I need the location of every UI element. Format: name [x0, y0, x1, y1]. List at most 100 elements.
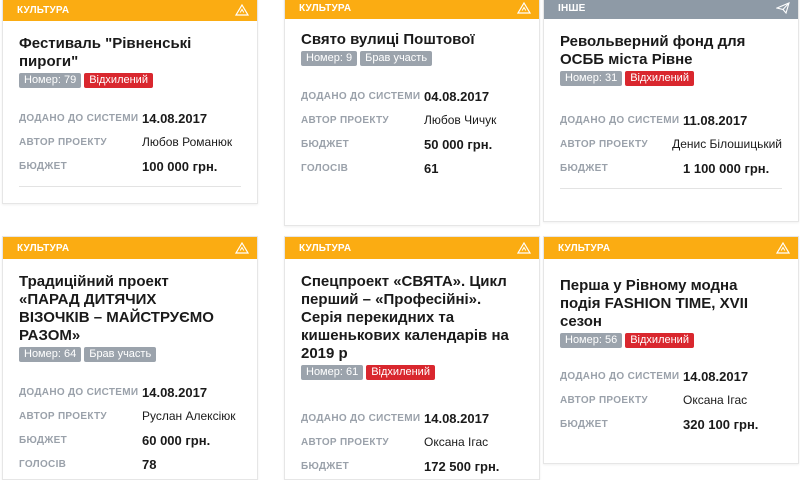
votes-label: ГОЛОСІВ	[301, 162, 349, 174]
project-title[interactable]: Традиційний проект «ПАРАД ДИТЯЧИХ ВІЗОЧК…	[19, 273, 224, 345]
badge-group: Номер: 56 Відхилений	[560, 333, 782, 348]
budget-label: БЮДЖЕТ	[19, 434, 67, 446]
info-row-budget: БЮДЖЕТ 100 000 грн.	[19, 154, 241, 178]
budget-value: 320 100 грн.	[683, 416, 759, 432]
card-header: КУЛЬТУРА	[3, 237, 257, 259]
badge-group: Номер: 9 Брав участь	[301, 51, 523, 66]
card-header: ІНШЕ	[544, 0, 798, 19]
author-value: Любов Чичук	[424, 113, 497, 127]
added-label: ДОДАНО ДО СИСТЕМИ	[560, 370, 680, 382]
category-label: КУЛЬТУРА	[299, 242, 352, 254]
info-row-author: АВТОР ПРОЕКТУ Оксана Ігас	[301, 430, 523, 454]
info-row-added: ДОДАНО ДО СИСТЕМИ 04.08.2017	[301, 84, 523, 108]
badge-group: Номер: 31 Відхилений	[560, 71, 782, 86]
card-header: КУЛЬТУРА	[3, 0, 257, 21]
card-header: КУЛЬТУРА	[544, 237, 798, 259]
author-value: Оксана Ігас	[424, 435, 489, 449]
status-badge: Відхилений	[366, 365, 435, 380]
project-card[interactable]: КУЛЬТУРА Традиційний проект «ПАРАД ДИТЯЧ…	[2, 236, 258, 480]
info-list: ДОДАНО ДО СИСТЕМИ 14.08.2017 АВТОР ПРОЕКТ…	[19, 380, 241, 476]
info-row-budget: БЮДЖЕТ 320 100 грн.	[560, 412, 782, 436]
badge-group: Номер: 61 Відхилений	[301, 365, 523, 380]
info-row-added: ДОДАНО ДО СИСТЕМИ 14.08.2017	[560, 364, 782, 388]
votes-label: ГОЛОСІВ	[19, 458, 67, 470]
author-label: АВТОР ПРОЕКТУ	[301, 114, 389, 126]
category-label: КУЛЬТУРА	[17, 242, 70, 254]
info-list: ДОДАНО ДО СИСТЕМИ 11.08.2017 АВТОР ПРОЕКТ…	[560, 108, 782, 180]
added-label: ДОДАНО ДО СИСТЕМИ	[19, 386, 139, 398]
added-label: ДОДАНО ДО СИСТЕМИ	[19, 112, 139, 124]
project-title[interactable]: Свято вулиці Поштової	[301, 31, 523, 49]
added-value: 11.08.2017	[683, 112, 748, 128]
warning-triangle-icon	[776, 242, 790, 254]
author-value: Денис Білошицький	[672, 137, 782, 151]
added-value: 14.08.2017	[424, 410, 490, 426]
warning-triangle-icon	[517, 2, 531, 14]
budget-label: БЮДЖЕТ	[301, 138, 349, 150]
budget-value: 172 500 грн.	[424, 458, 500, 474]
info-row-votes: ГОЛОСІВ 78	[19, 452, 241, 476]
project-card[interactable]: КУЛЬТУРА Спецпроект «СВЯТА». Цикл перший…	[284, 236, 540, 480]
project-title[interactable]: Спецпроект «СВЯТА». Цикл перший – «Профе…	[301, 273, 516, 363]
info-row-added: ДОДАНО ДО СИСТЕМИ 14.08.2017	[19, 106, 241, 130]
added-value: 14.08.2017	[142, 110, 208, 126]
author-label: АВТОР ПРОЕКТУ	[19, 136, 107, 148]
author-label: АВТОР ПРОЕКТУ	[560, 394, 648, 406]
badge-group: Номер: 79 Відхилений	[19, 73, 241, 88]
badge-group: Номер: 64 Брав участь	[19, 347, 241, 362]
warning-triangle-icon	[235, 242, 249, 254]
info-row-author: АВТОР ПРОЕКТУ Любов Романюк	[19, 130, 241, 154]
info-row-votes: ГОЛОСІВ 61	[301, 156, 523, 180]
project-title[interactable]: Фестиваль "Рівненські пироги"	[19, 35, 241, 71]
added-label: ДОДАНО ДО СИСТЕМИ	[560, 114, 680, 126]
divider	[560, 188, 782, 189]
number-badge: Номер: 56	[560, 333, 623, 348]
votes-value: 78	[142, 456, 157, 472]
info-row-author: АВТОР ПРОЕКТУ Руслан Алексіюк	[19, 404, 241, 428]
info-row-added: ДОДАНО ДО СИСТЕМИ 11.08.2017	[560, 108, 782, 132]
number-badge: Номер: 79	[19, 73, 82, 88]
info-row-author: АВТОР ПРОЕКТУ Любов Чичук	[301, 108, 523, 132]
budget-value: 100 000 грн.	[142, 158, 218, 174]
info-list: ДОДАНО ДО СИСТЕМИ 04.08.2017 АВТОР ПРОЕКТ…	[301, 84, 523, 180]
project-card[interactable]: КУЛЬТУРА Свято вулиці Поштової Номер: 9 …	[284, 0, 540, 226]
added-value: 04.08.2017	[424, 88, 490, 104]
info-list: ДОДАНО ДО СИСТЕМИ 14.08.2017 АВТОР ПРОЕКТ…	[19, 106, 241, 178]
budget-label: БЮДЖЕТ	[560, 418, 608, 430]
number-badge: Номер: 31	[560, 71, 623, 86]
project-title[interactable]: Револьверний фонд для ОСББ міста Рівне	[560, 33, 782, 69]
divider	[19, 186, 241, 187]
added-label: ДОДАНО ДО СИСТЕМИ	[301, 412, 421, 424]
category-label: КУЛЬТУРА	[17, 4, 70, 16]
project-card[interactable]: КУЛЬТУРА Фестиваль "Рівненські пироги" Н…	[2, 0, 258, 204]
added-label: ДОДАНО ДО СИСТЕМИ	[301, 90, 421, 102]
author-label: АВТОР ПРОЕКТУ	[19, 410, 107, 422]
author-label: АВТОР ПРОЕКТУ	[301, 436, 389, 448]
info-row-budget: БЮДЖЕТ 1 100 000 грн.	[560, 156, 782, 180]
project-card[interactable]: ІНШЕ Револьверний фонд для ОСББ міста Рі…	[543, 0, 799, 222]
author-value: Оксана Ігас	[683, 393, 748, 407]
category-label: КУЛЬТУРА	[299, 2, 352, 14]
category-label: КУЛЬТУРА	[558, 242, 611, 254]
info-row-author: АВТОР ПРОЕКТУ Оксана Ігас	[560, 388, 782, 412]
number-badge: Номер: 64	[19, 347, 82, 362]
budget-label: БЮДЖЕТ	[301, 460, 349, 472]
info-row-budget: БЮДЖЕТ 50 000 грн.	[301, 132, 523, 156]
budget-value: 50 000 грн.	[424, 136, 493, 152]
votes-value: 61	[424, 160, 439, 176]
project-card[interactable]: КУЛЬТУРА Перша у Рівному модна подія FAS…	[543, 236, 799, 464]
info-row-budget: БЮДЖЕТ 172 500 грн.	[301, 454, 523, 478]
budget-label: БЮДЖЕТ	[560, 162, 608, 174]
author-label: АВТОР ПРОЕКТУ	[560, 138, 648, 150]
number-badge: Номер: 9	[301, 51, 358, 66]
paper-plane-icon	[776, 2, 790, 14]
card-header: КУЛЬТУРА	[285, 237, 539, 259]
status-badge: Відхилений	[625, 333, 694, 348]
budget-value: 1 100 000 грн.	[683, 160, 770, 176]
project-title[interactable]: Перша у Рівному модна подія FASHION TIME…	[560, 277, 770, 331]
card-header: КУЛЬТУРА	[285, 0, 539, 19]
info-row-added: ДОДАНО ДО СИСТЕМИ 14.08.2017	[301, 406, 523, 430]
info-list: ДОДАНО ДО СИСТЕМИ 14.08.2017 АВТОР ПРОЕКТ…	[560, 364, 782, 436]
status-badge: Відхилений	[84, 73, 153, 88]
budget-label: БЮДЖЕТ	[19, 160, 67, 172]
